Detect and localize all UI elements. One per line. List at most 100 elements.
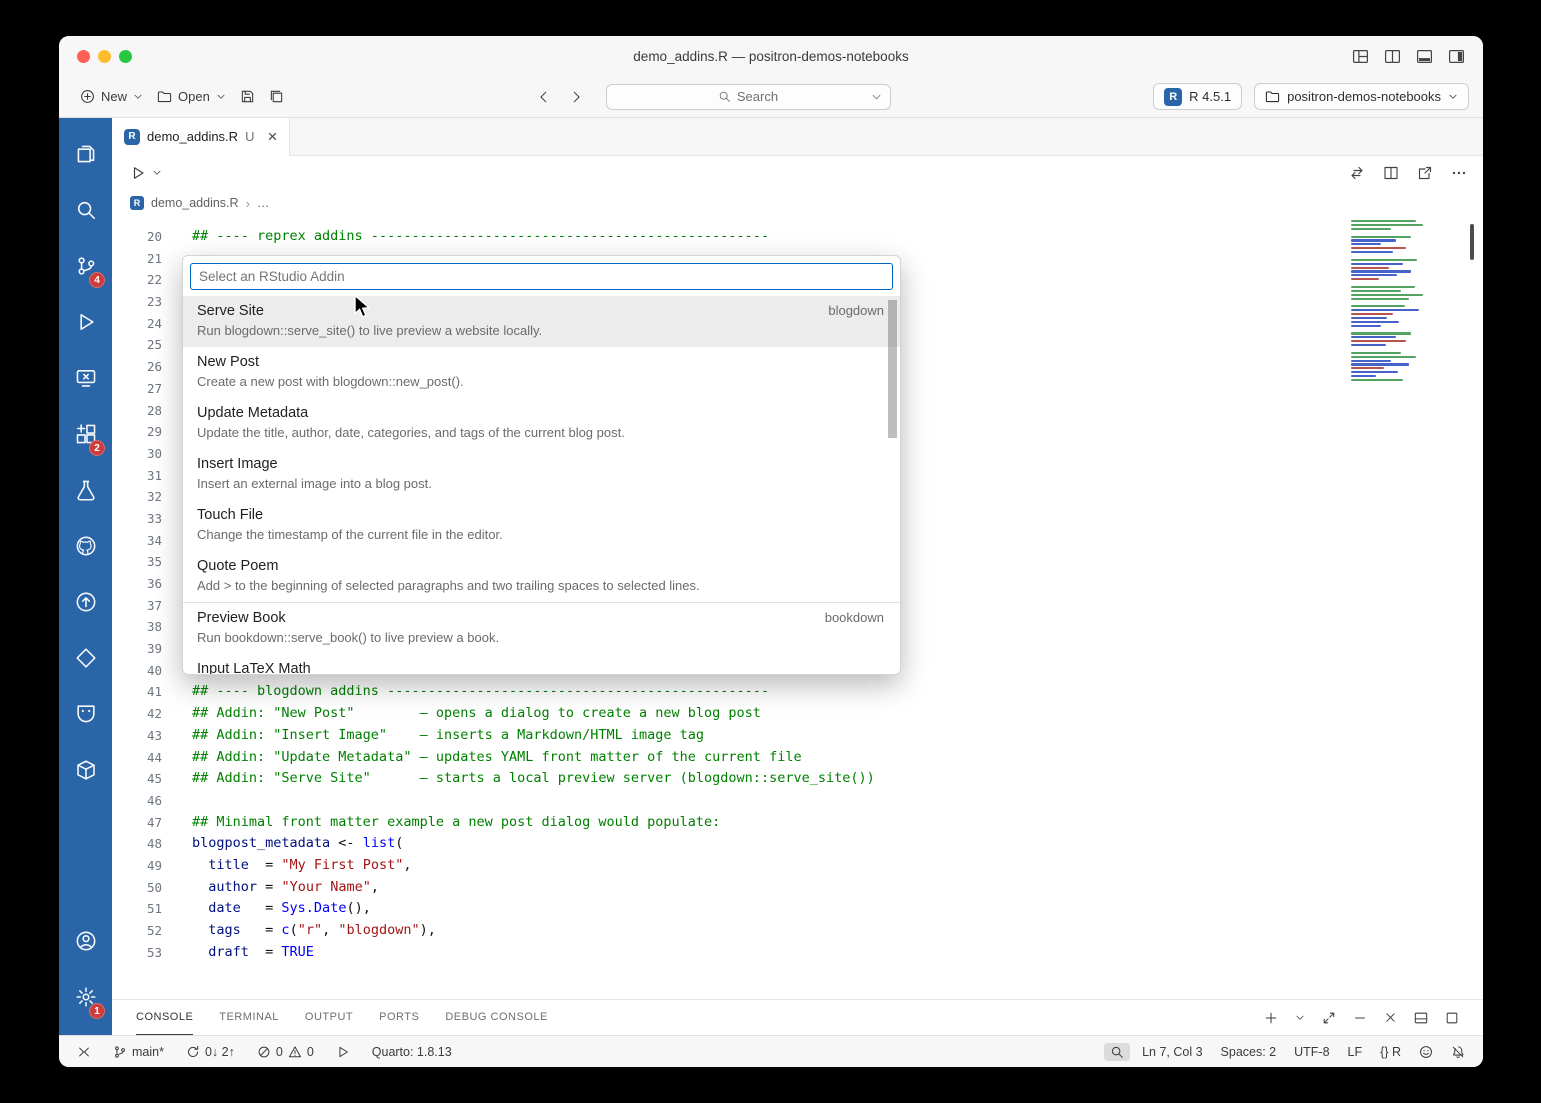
- sidebar-item-github[interactable]: [59, 520, 112, 576]
- breadcrumb[interactable]: R demo_addins.R › …: [112, 190, 1483, 216]
- run-dropdown-icon[interactable]: [148, 165, 166, 181]
- code-line-53[interactable]: 53 draft = TRUE: [112, 942, 1483, 964]
- sidebar-item-publish[interactable]: [59, 576, 112, 632]
- breadcrumb-file[interactable]: demo_addins.R: [151, 196, 239, 210]
- quickpick-item-touch-file[interactable]: Touch FileChange the timestamp of the cu…: [183, 500, 900, 551]
- code-line-45[interactable]: 45## Addin: "Serve Site" – starts a loca…: [112, 768, 1483, 790]
- close-panel-icon[interactable]: [1384, 1011, 1397, 1024]
- line-content: date = Sys.Date(),: [162, 898, 371, 920]
- tab-demo-addins[interactable]: R demo_addins.R U ×: [112, 118, 290, 156]
- quickpick-input[interactable]: [191, 264, 892, 289]
- status-encoding[interactable]: UTF-8: [1288, 1043, 1335, 1061]
- sidebar-item-sessions[interactable]: [59, 352, 112, 408]
- status-git-sync-label: 0↓ 2↑: [205, 1045, 235, 1059]
- sidebar-item-package[interactable]: [59, 744, 112, 800]
- sidebar-item-search[interactable]: [59, 184, 112, 240]
- status-problems[interactable]: 00: [251, 1043, 320, 1061]
- code-line-48[interactable]: 48blogpost_metadata <- list(: [112, 833, 1483, 855]
- status-remote-indicator[interactable]: [71, 1043, 97, 1061]
- window-title: demo_addins.R — positron-demos-notebooks: [59, 49, 1483, 64]
- navigate-forward-icon[interactable]: [560, 86, 592, 108]
- quickpick-item-preview-book[interactable]: Preview BookRun bookdown::serve_book() t…: [183, 602, 900, 654]
- run-file-icon[interactable]: [128, 162, 148, 184]
- sidebar-item-settings[interactable]: 1: [59, 971, 112, 1027]
- code-line-41[interactable]: 41## ---- blogdown addins --------------…: [112, 681, 1483, 703]
- code-line-52[interactable]: 52 tags = c("r", "blogdown"),: [112, 920, 1483, 942]
- save-all-icon[interactable]: [262, 85, 291, 108]
- status-language-mode[interactable]: {} R: [1374, 1043, 1407, 1061]
- open-button[interactable]: Open: [150, 85, 233, 108]
- interpreter-button[interactable]: R R 4.5.1: [1153, 83, 1242, 110]
- open-in-new-window-icon[interactable]: [1417, 165, 1433, 181]
- customize-layout-icon[interactable]: [1352, 48, 1369, 65]
- code-line-42[interactable]: 42## Addin: "New Post" – opens a dialog …: [112, 703, 1483, 725]
- chevron-down-icon[interactable]: [871, 92, 882, 103]
- more-actions-icon[interactable]: [1451, 165, 1467, 181]
- compare-changes-icon[interactable]: [1349, 165, 1365, 181]
- quickpick-item-input-latex-math[interactable]: Input LaTeX Math: [183, 654, 900, 675]
- status-git-sync[interactable]: 0↓ 2↑: [180, 1043, 241, 1061]
- sidebar-item-run-debug[interactable]: [59, 296, 112, 352]
- status-cursor-position[interactable]: Ln 7, Col 3: [1136, 1043, 1208, 1061]
- toggle-panel-icon[interactable]: [1416, 48, 1433, 65]
- navigate-back-icon[interactable]: [528, 86, 560, 108]
- panel-tab-console[interactable]: CONSOLE: [136, 1000, 193, 1035]
- sidebar-item-account[interactable]: [59, 915, 112, 971]
- zoom-window-button[interactable]: [119, 50, 132, 63]
- line-number: 48: [112, 833, 162, 855]
- minimize-window-button[interactable]: [98, 50, 111, 63]
- code-line-44[interactable]: 44## Addin: "Update Metadata" – updates …: [112, 747, 1483, 769]
- code-line-51[interactable]: 51 date = Sys.Date(),: [112, 898, 1483, 920]
- split-editor-icon[interactable]: [1383, 165, 1399, 181]
- status-zoom-control[interactable]: [1104, 1043, 1130, 1061]
- sidebar-item-extensions[interactable]: 2: [59, 408, 112, 464]
- panel-tab-ports[interactable]: PORTS: [379, 1000, 419, 1035]
- new-button[interactable]: New: [73, 85, 150, 108]
- new-console-icon[interactable]: [1264, 1011, 1278, 1025]
- split-editor-layout-icon[interactable]: [1384, 48, 1401, 65]
- breadcrumb-symbol[interactable]: …: [257, 196, 270, 210]
- status-quarto-version[interactable]: Quarto: 1.8.13: [366, 1043, 458, 1061]
- save-icon[interactable]: [233, 85, 262, 108]
- toggle-secondary-sidebar-icon[interactable]: [1448, 48, 1465, 65]
- search-input[interactable]: Search: [606, 84, 891, 110]
- close-tab-icon[interactable]: ×: [267, 128, 277, 145]
- panel-layout-icon[interactable]: [1414, 1011, 1428, 1025]
- status-eol[interactable]: LF: [1342, 1043, 1369, 1061]
- status-indentation[interactable]: Spaces: 2: [1215, 1043, 1283, 1061]
- close-window-button[interactable]: [77, 50, 90, 63]
- sidebar-item-source-control[interactable]: 4: [59, 240, 112, 296]
- minimize-panel-icon[interactable]: [1353, 1011, 1367, 1025]
- panel-tab-terminal[interactable]: TERMINAL: [219, 1000, 279, 1035]
- console-dropdown-icon[interactable]: [1295, 1013, 1305, 1023]
- quickpick-item-description: Change the timestamp of the current file…: [197, 525, 886, 544]
- search-icon: [1110, 1045, 1124, 1059]
- sidebar-item-explorer[interactable]: [59, 128, 112, 184]
- code-line-49[interactable]: 49 title = "My First Post",: [112, 855, 1483, 877]
- code-line-47[interactable]: 47## Minimal front matter example a new …: [112, 812, 1483, 834]
- code-line-43[interactable]: 43## Addin: "Insert Image" – inserts a M…: [112, 725, 1483, 747]
- status-quarto-run[interactable]: [330, 1043, 356, 1061]
- code-line-20[interactable]: 20## ---- reprex addins ----------------…: [112, 226, 1483, 248]
- sidebar-item-testing[interactable]: [59, 464, 112, 520]
- sidebar-item-assistant[interactable]: [59, 688, 112, 744]
- quickpick-item-serve-site[interactable]: Serve SiteRun blogdown::serve_site() to …: [183, 296, 900, 347]
- editor-scrollbar[interactable]: [1470, 224, 1474, 260]
- panel-tab-debug-console[interactable]: DEBUG CONSOLE: [445, 1000, 547, 1035]
- quickpick-scrollbar[interactable]: [888, 300, 897, 438]
- minimap[interactable]: [1351, 220, 1439, 383]
- quickpick-item-new-post[interactable]: New PostCreate a new post with blogdown:…: [183, 347, 900, 398]
- status-feedback[interactable]: [1413, 1043, 1439, 1061]
- status-git-branch[interactable]: main*: [107, 1043, 170, 1061]
- quickpick-item-quote-poem[interactable]: Quote PoemAdd > to the beginning of sele…: [183, 551, 900, 602]
- status-notifications[interactable]: [1445, 1043, 1471, 1061]
- code-line-50[interactable]: 50 author = "Your Name",: [112, 877, 1483, 899]
- quickpick-item-insert-image[interactable]: Insert ImageInsert an external image int…: [183, 449, 900, 500]
- panel-tab-output[interactable]: OUTPUT: [305, 1000, 353, 1035]
- code-line-46[interactable]: 46: [112, 790, 1483, 812]
- restore-layout-icon[interactable]: [1445, 1011, 1459, 1025]
- sidebar-item-review[interactable]: [59, 632, 112, 688]
- quickpick-item-update-metadata[interactable]: Update MetadataUpdate the title, author,…: [183, 398, 900, 449]
- workspace-button[interactable]: positron-demos-notebooks: [1254, 83, 1469, 110]
- maximize-panel-icon[interactable]: [1322, 1011, 1336, 1025]
